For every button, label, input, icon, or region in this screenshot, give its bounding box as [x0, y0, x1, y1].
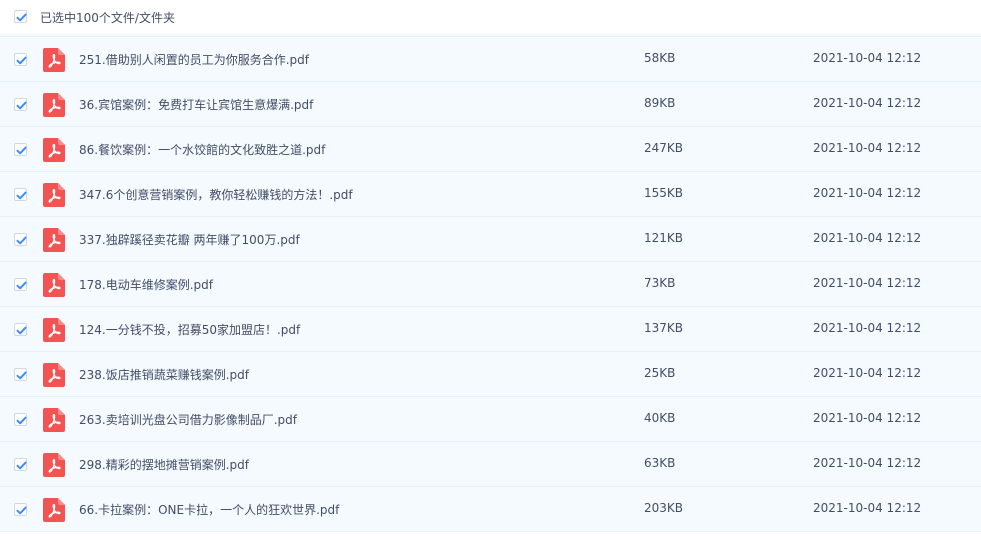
- file-row[interactable]: 263.卖培训光盘公司借力影像制品厂.pdf 40KB 2021-10-04 12:…: [0, 397, 981, 442]
- file-size: 203KB: [644, 501, 684, 515]
- selection-header: 已选中100个文件/文件夹: [0, 0, 981, 33]
- pdf-file-icon: [43, 453, 65, 477]
- file-modified-date: 2021-10-04 12:12: [813, 186, 922, 200]
- file-row[interactable]: 347.6个创意营销案例，教你轻松赚钱的方法！.pdf 155KB 2021-10-…: [0, 172, 981, 217]
- file-name[interactable]: 298.精彩的摆地摊营销案例.pdf: [79, 456, 249, 473]
- file-row[interactable]: 36.宾馆案例：免费打车让宾馆生意爆满.pdf 89KB 2021-10-04 12…: [0, 82, 981, 127]
- file-checkbox[interactable]: [14, 458, 27, 471]
- pdf-file-icon: [43, 183, 65, 207]
- file-modified-date: 2021-10-04 12:12: [813, 141, 922, 155]
- file-size: 247KB: [644, 141, 684, 155]
- file-size: 73KB: [644, 276, 676, 290]
- file-row[interactable]: 298.精彩的摆地摊营销案例.pdf 63KB 2021-10-04 12:12: [0, 442, 981, 487]
- checkmark-icon: [16, 416, 27, 425]
- file-checkbox[interactable]: [14, 188, 27, 201]
- file-row[interactable]: 66.卡拉案例：ONE卡拉，一个人的狂欢世界.pdf 203KB 2021-10-0…: [0, 487, 981, 532]
- file-modified-date: 2021-10-04 12:12: [813, 321, 922, 335]
- select-all-checkbox[interactable]: [14, 10, 27, 23]
- checkmark-icon: [16, 326, 27, 335]
- file-row[interactable]: 337.独辟蹊径卖花瓣 两年赚了100万.pdf 121KB 2021-10-04 …: [0, 217, 981, 262]
- file-size: 155KB: [644, 186, 684, 200]
- file-size: 121KB: [644, 231, 684, 245]
- file-size: 25KB: [644, 366, 676, 380]
- file-name[interactable]: 337.独辟蹊径卖花瓣 两年赚了100万.pdf: [79, 231, 300, 248]
- file-name[interactable]: 124.一分钱不投，招募50家加盟店！.pdf: [79, 321, 300, 338]
- checkmark-icon: [16, 101, 27, 110]
- checkmark-icon: [16, 461, 27, 470]
- file-modified-date: 2021-10-04 12:12: [813, 51, 922, 65]
- file-checkbox[interactable]: [14, 143, 27, 156]
- file-name[interactable]: 66.卡拉案例：ONE卡拉，一个人的狂欢世界.pdf: [79, 501, 339, 518]
- file-row[interactable]: 86.餐饮案例：一个水饺館的文化致胜之道.pdf 247KB 2021-10-04 …: [0, 127, 981, 172]
- pdf-file-icon: [43, 93, 65, 117]
- checkmark-icon: [16, 191, 27, 200]
- checkmark-icon: [16, 506, 27, 515]
- pdf-file-icon: [43, 48, 65, 72]
- pdf-file-icon: [43, 318, 65, 342]
- file-checkbox[interactable]: [14, 233, 27, 246]
- file-modified-date: 2021-10-04 12:12: [813, 276, 922, 290]
- file-name[interactable]: 178.电动车维修案例.pdf: [79, 276, 213, 293]
- pdf-file-icon: [43, 408, 65, 432]
- pdf-file-icon: [43, 363, 65, 387]
- file-list: 275.当红炸鸡店打动粉丝放量技术.pdf57KB2021-10-04 12:1…: [0, 0, 981, 532]
- file-row[interactable]: 238.饭店推销蔬菜赚钱案例.pdf 25KB 2021-10-04 12:12: [0, 352, 981, 397]
- checkmark-icon: [16, 236, 27, 245]
- file-checkbox[interactable]: [14, 368, 27, 381]
- file-modified-date: 2021-10-04 12:12: [813, 366, 922, 380]
- file-checkbox[interactable]: [14, 98, 27, 111]
- file-modified-date: 2021-10-04 12:12: [813, 501, 922, 515]
- file-list-page: 275.当红炸鸡店打动粉丝放量技术.pdf57KB2021-10-04 12:1…: [0, 0, 981, 540]
- file-row[interactable]: 178.电动车维修案例.pdf 73KB 2021-10-04 12:12: [0, 262, 981, 307]
- file-checkbox[interactable]: [14, 53, 27, 66]
- file-checkbox[interactable]: [14, 503, 27, 516]
- selection-count-label: 已选中100个文件/文件夹: [40, 11, 175, 25]
- file-checkbox[interactable]: [14, 323, 27, 336]
- file-row[interactable]: 251.借助别人闲置的员工为你服务合作.pdf 58KB 2021-10-04 12…: [0, 37, 981, 82]
- file-size: 137KB: [644, 321, 684, 335]
- file-modified-date: 2021-10-04 12:12: [813, 456, 922, 470]
- file-modified-date: 2021-10-04 12:12: [813, 231, 922, 245]
- file-size: 63KB: [644, 456, 676, 470]
- file-modified-date: 2021-10-04 12:12: [813, 411, 922, 425]
- file-checkbox[interactable]: [14, 413, 27, 426]
- checkmark-icon: [16, 281, 27, 290]
- file-row[interactable]: 124.一分钱不投，招募50家加盟店！.pdf 137KB 2021-10-04 1…: [0, 307, 981, 352]
- checkmark-icon: [16, 146, 27, 155]
- file-modified-date: 2021-10-04 12:12: [813, 96, 922, 110]
- file-size: 40KB: [644, 411, 676, 425]
- file-name[interactable]: 238.饭店推销蔬菜赚钱案例.pdf: [79, 366, 249, 383]
- file-name[interactable]: 263.卖培训光盘公司借力影像制品厂.pdf: [79, 411, 297, 428]
- checkmark-icon: [16, 371, 27, 380]
- pdf-file-icon: [43, 498, 65, 522]
- pdf-file-icon: [43, 273, 65, 297]
- checkmark-icon: [16, 56, 27, 65]
- checkmark-icon: [16, 13, 27, 22]
- pdf-file-icon: [43, 228, 65, 252]
- file-name[interactable]: 86.餐饮案例：一个水饺館的文化致胜之道.pdf: [79, 141, 325, 158]
- file-name[interactable]: 347.6个创意营销案例，教你轻松赚钱的方法！.pdf: [79, 186, 353, 203]
- file-checkbox[interactable]: [14, 278, 27, 291]
- file-name[interactable]: 251.借助别人闲置的员工为你服务合作.pdf: [79, 51, 309, 68]
- file-name[interactable]: 36.宾馆案例：免费打车让宾馆生意爆满.pdf: [79, 96, 313, 113]
- file-size: 89KB: [644, 96, 676, 110]
- pdf-file-icon: [43, 138, 65, 162]
- file-size: 58KB: [644, 51, 676, 65]
